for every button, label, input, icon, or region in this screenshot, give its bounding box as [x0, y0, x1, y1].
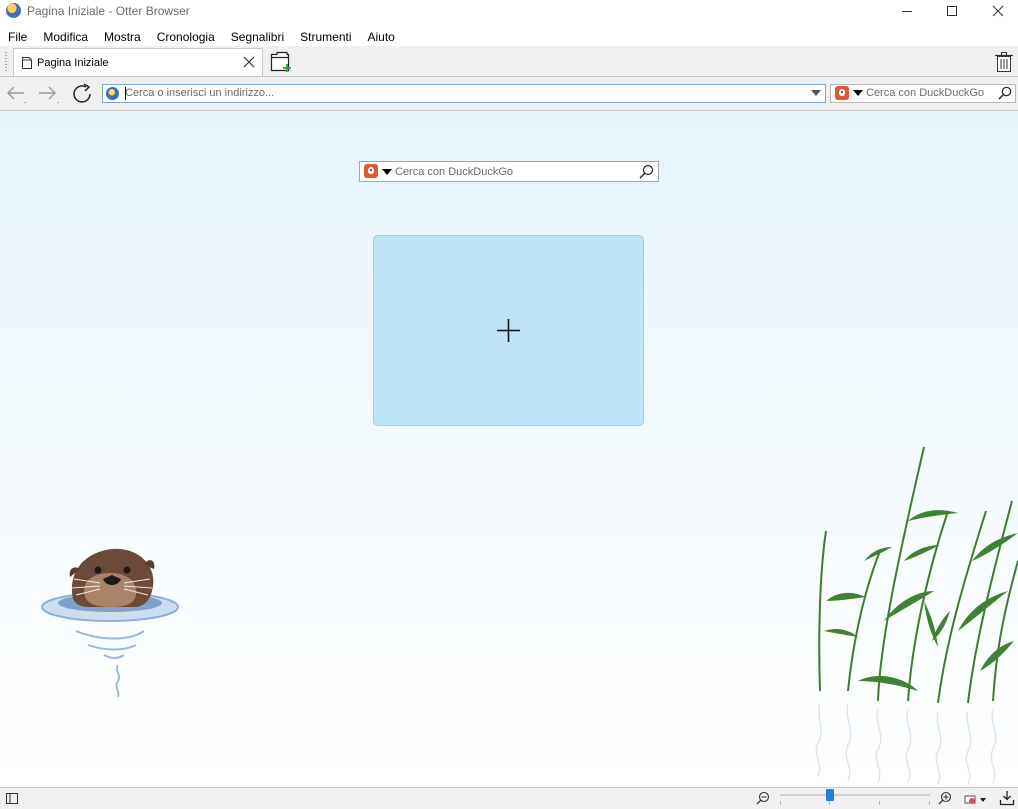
- app-icon: [6, 3, 21, 18]
- window-title: Pagina Iniziale - Otter Browser: [27, 4, 190, 18]
- zoom-slider[interactable]: [780, 794, 930, 796]
- back-icon[interactable]: [4, 83, 30, 105]
- address-placeholder: Cerca o inserisci un indirizzo...: [125, 87, 275, 99]
- add-speed-dial-tile[interactable]: [373, 235, 644, 426]
- download-icon[interactable]: [999, 790, 1015, 806]
- engine-dropdown-icon[interactable]: [382, 169, 392, 175]
- title-bar: Pagina Iniziale - Otter Browser: [0, 0, 1018, 22]
- reeds-illustration: [815, 446, 1018, 786]
- start-page-search[interactable]: Cerca con DuckDuckGo: [359, 161, 659, 182]
- status-bar: [0, 787, 1018, 809]
- menu-modifica[interactable]: Modifica: [35, 28, 96, 46]
- toolbar-grip[interactable]: [5, 52, 7, 72]
- menu-strumenti[interactable]: Strumenti: [292, 28, 359, 46]
- duckduckgo-icon[interactable]: [835, 86, 849, 100]
- close-button[interactable]: [975, 0, 1018, 22]
- menu-aiuto[interactable]: Aiuto: [360, 28, 403, 46]
- zoom-in-icon[interactable]: [938, 791, 952, 805]
- panel-icon[interactable]: [5, 792, 19, 805]
- tab-bar: Pagina Iniziale: [0, 46, 1018, 77]
- menu-cronologia[interactable]: Cronologia: [149, 28, 223, 46]
- page-icon: [22, 57, 32, 69]
- navigation-bar: Cerca o inserisci un indirizzo... Cerca …: [0, 77, 1018, 111]
- zoom-tick: [829, 801, 830, 805]
- tab-label: Pagina Iniziale: [37, 57, 109, 69]
- trash-icon[interactable]: [993, 51, 1015, 73]
- tab-pagina-iniziale[interactable]: Pagina Iniziale: [13, 48, 263, 76]
- content-blocking-icon[interactable]: [963, 792, 989, 806]
- menu-mostra[interactable]: Mostra: [96, 28, 149, 46]
- search-icon[interactable]: [998, 86, 1012, 100]
- search-icon[interactable]: [639, 164, 654, 179]
- tab-close-icon[interactable]: [242, 55, 256, 69]
- zoom-out-icon[interactable]: [756, 791, 770, 805]
- menu-bar: File Modifica Mostra Cronologia Segnalib…: [0, 28, 403, 46]
- toolbar-search-placeholder: Cerca con DuckDuckGo: [866, 87, 984, 99]
- minimize-button[interactable]: [884, 0, 930, 22]
- start-search-placeholder: Cerca con DuckDuckGo: [395, 166, 513, 178]
- new-tab-icon[interactable]: [269, 51, 293, 73]
- address-field[interactable]: Cerca o inserisci un indirizzo...: [102, 84, 826, 103]
- text-caret: [125, 87, 126, 100]
- zoom-tick: [780, 801, 781, 805]
- site-info-icon[interactable]: [106, 87, 119, 100]
- start-page: Cerca con DuckDuckGo: [0, 111, 1018, 787]
- zoom-tick: [879, 801, 880, 805]
- engine-dropdown-icon[interactable]: [853, 90, 863, 96]
- duckduckgo-icon[interactable]: [364, 164, 378, 178]
- minimize-icon: [902, 11, 912, 12]
- zoom-tick: [929, 801, 930, 805]
- maximize-button[interactable]: [929, 0, 975, 22]
- reload-icon[interactable]: [71, 83, 95, 105]
- menu-file[interactable]: File: [0, 28, 35, 46]
- toolbar-search-field[interactable]: Cerca con DuckDuckGo: [830, 84, 1016, 103]
- zoom-slider-thumb[interactable]: [826, 789, 834, 801]
- plus-icon: [497, 319, 520, 342]
- close-icon: [992, 5, 1004, 17]
- menu-segnalibri[interactable]: Segnalibri: [223, 28, 292, 46]
- forward-icon[interactable]: [35, 83, 63, 105]
- maximize-icon: [947, 6, 957, 16]
- otter-illustration: [41, 548, 179, 698]
- chevron-down-icon[interactable]: [810, 89, 822, 97]
